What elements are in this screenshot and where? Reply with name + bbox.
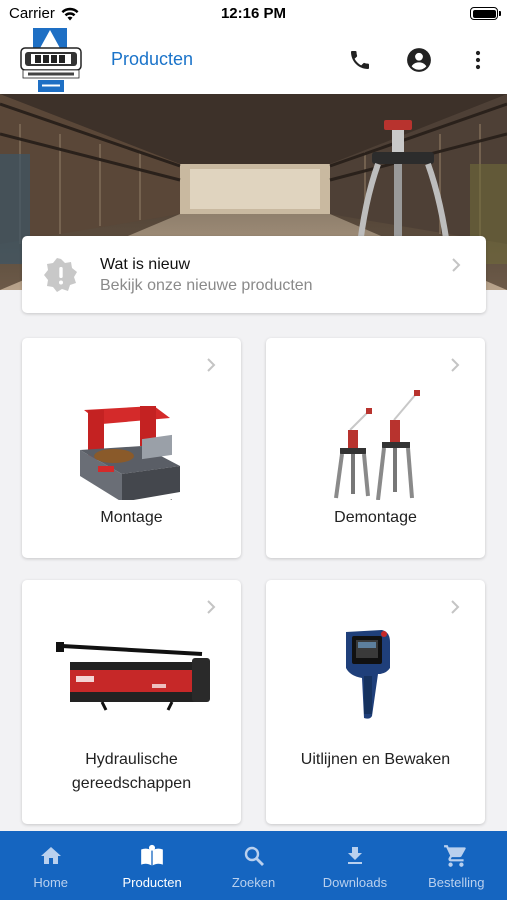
category-label: Montage xyxy=(100,509,163,526)
category-label: Uitlijnen en Bewaken xyxy=(300,751,451,768)
account-icon[interactable] xyxy=(406,47,432,73)
phone-icon[interactable] xyxy=(347,47,373,73)
category-label: Demontage xyxy=(334,509,417,526)
category-card-demontage[interactable]: Demontage xyxy=(266,338,485,558)
category-label: Hydraulische gereedschappen xyxy=(71,751,192,792)
bottom-nav: Home Producten Zoeken Downloads Bestelli… xyxy=(0,831,507,900)
cart-icon xyxy=(443,843,469,869)
hydraulic-pump-image xyxy=(56,642,210,711)
whats-new-card[interactable]: Wat is nieuw Bekijk onze nieuwe producte… xyxy=(22,236,486,313)
battery-icon xyxy=(470,7,501,20)
news-subtitle: Bekijk onze nieuwe producten xyxy=(100,277,313,294)
induction-heater-image xyxy=(80,406,180,500)
nav-label: Producten xyxy=(122,875,182,890)
nav-item-home[interactable]: Home xyxy=(0,831,101,900)
home-icon xyxy=(38,843,64,869)
infrared-thermometer-image xyxy=(346,630,390,719)
nav-item-producten[interactable]: Producten xyxy=(101,831,202,900)
nav-item-downloads[interactable]: Downloads xyxy=(304,831,405,900)
chevron-right-icon xyxy=(452,258,461,272)
nav-label: Zoeken xyxy=(231,875,276,890)
nav-item-bestelling[interactable]: Bestelling xyxy=(406,831,507,900)
product-book-icon xyxy=(139,843,165,869)
category-card-hydraulische-gereedschappen[interactable]: Hydraulische gereedschappen xyxy=(22,580,241,824)
status-bar: Carrier 12:16 PM xyxy=(0,0,507,28)
news-title: Wat is nieuw xyxy=(100,256,191,273)
bega-logo[interactable] xyxy=(19,28,83,94)
search-icon xyxy=(241,843,267,869)
more-vert-icon[interactable] xyxy=(465,47,491,73)
nav-label: Downloads xyxy=(322,875,388,890)
nav-label: Home xyxy=(33,875,69,890)
category-card-montage[interactable]: Montage xyxy=(22,338,241,558)
download-icon xyxy=(342,843,368,869)
category-card-uitlijnen-en-bewaken[interactable]: Uitlijnen en Bewaken xyxy=(266,580,485,824)
hydraulic-pullers-image xyxy=(334,390,420,500)
nav-item-zoeken[interactable]: Zoeken xyxy=(203,831,304,900)
nav-label: Bestelling xyxy=(428,875,485,890)
status-time: 12:16 PM xyxy=(220,5,287,22)
app-bar: Producten xyxy=(0,28,507,94)
alert-badge-icon xyxy=(44,258,77,292)
page-title: Producten xyxy=(111,49,194,69)
